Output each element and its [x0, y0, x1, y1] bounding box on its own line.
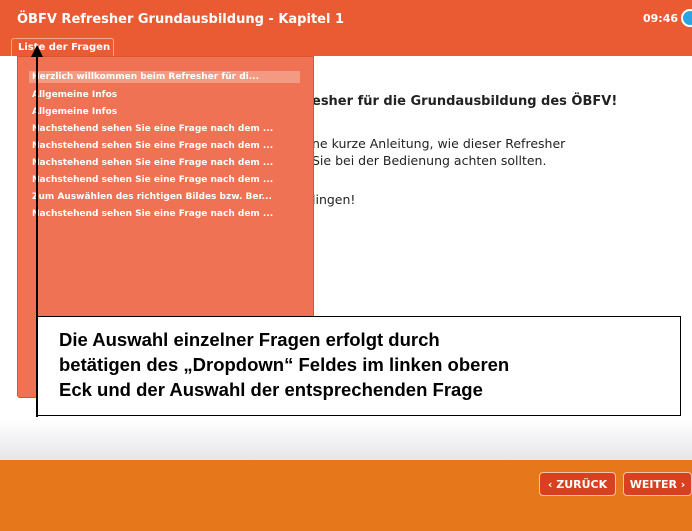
header-bar: ÖBFV Refresher Grundausbildung - Kapitel… [0, 0, 692, 56]
dropdown-item[interactable]: Nachstehend sehen Sie eine Frage nach de… [32, 124, 297, 134]
dropdown-item[interactable]: Herzlich willkommen beim Refresher für d… [29, 71, 300, 83]
clock-icon [681, 9, 692, 27]
dropdown-item[interactable]: Nachstehend sehen Sie eine Frage nach de… [32, 141, 297, 151]
callout-text-line: betätigen des „Dropdown“ Feldes im linke… [59, 354, 510, 375]
content-text-line: lingen! [312, 192, 356, 207]
dropdown-item[interactable]: Allgemeine Infos [32, 107, 297, 117]
content-text-line: ne kurze Anleitung, wie dieser Refresher [312, 136, 566, 151]
content-text-line: Sie bei der Bedienung achten sollten. [312, 153, 547, 168]
dropdown-item[interactable]: Nachstehend sehen Sie eine Frage nach de… [32, 175, 297, 185]
clock-time: 09:46 [643, 12, 679, 25]
callout-text-line: Eck und der Auswahl der entsprechenden F… [59, 379, 483, 400]
question-list-dropdown-tab[interactable]: Liste der Fragen [11, 38, 114, 56]
dropdown-item[interactable]: Nachstehend sehen Sie eine Frage nach de… [32, 158, 297, 168]
next-button[interactable]: WEITER › [623, 472, 692, 496]
content-heading: esher für die Grundausbildung des ÖBFV! [312, 94, 618, 109]
annotation-callout: Die Auswahl einzelner Fragen erfolgt dur… [37, 316, 681, 416]
callout-text-line: Die Auswahl einzelner Fragen erfolgt dur… [59, 329, 440, 350]
dropdown-item[interactable]: Zum Auswählen des richtigen Bildes bzw. … [32, 192, 297, 202]
app-title: ÖBFV Refresher Grundausbildung - Kapitel… [17, 12, 344, 27]
dropdown-item[interactable]: Allgemeine Infos [32, 90, 297, 100]
dropdown-item[interactable]: Nachstehend sehen Sie eine Frage nach de… [32, 209, 297, 219]
content-bottom-fade [0, 420, 692, 460]
arrow-up-icon [31, 45, 43, 57]
back-button[interactable]: ‹ ZURÜCK [539, 472, 616, 496]
